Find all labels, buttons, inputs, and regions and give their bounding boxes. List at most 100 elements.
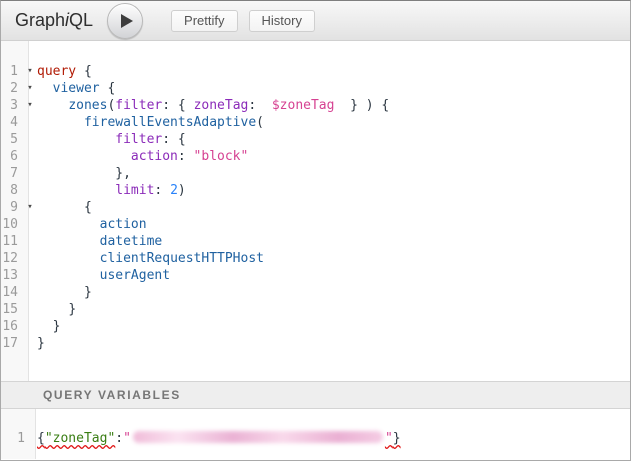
code-line[interactable]: 1{"zoneTag":""} bbox=[1, 430, 630, 447]
token-property: userAgent bbox=[100, 268, 170, 283]
token-attr: action bbox=[131, 149, 178, 164]
code-line[interactable]: 9▾ { bbox=[1, 199, 630, 216]
code-text: { bbox=[37, 199, 92, 216]
fold-arrow-icon[interactable]: ▾ bbox=[23, 97, 37, 114]
token-punct: { bbox=[76, 64, 92, 79]
fold-gutter-spacer bbox=[23, 233, 37, 250]
token-property: datetime bbox=[100, 234, 163, 249]
code-line[interactable]: 6 action: "block" bbox=[1, 148, 630, 165]
code-line[interactable]: 13 userAgent bbox=[1, 267, 630, 284]
token-punct: : bbox=[115, 431, 123, 446]
token-number: 2 bbox=[170, 183, 178, 198]
code-line[interactable]: 17} bbox=[1, 335, 630, 352]
code-text: clientRequestHTTPHost bbox=[37, 250, 264, 267]
token-string: " bbox=[123, 431, 131, 446]
token-punct: { bbox=[100, 81, 116, 96]
code-line[interactable]: 1▾query { bbox=[1, 63, 630, 80]
code-line[interactable]: 7 }, bbox=[1, 165, 630, 182]
fold-gutter-spacer bbox=[23, 318, 37, 335]
code-text: userAgent bbox=[37, 267, 170, 284]
line-number: 5 bbox=[1, 131, 23, 148]
line-number: 1 bbox=[1, 430, 30, 447]
token-ws bbox=[37, 149, 131, 164]
code-text: query { bbox=[37, 63, 92, 80]
token-punct: } bbox=[37, 336, 45, 351]
code-text: limit: 2) bbox=[37, 182, 186, 199]
token-punct: { bbox=[84, 200, 92, 215]
token-ws bbox=[37, 268, 100, 283]
code-line[interactable]: 12 clientRequestHTTPHost bbox=[1, 250, 630, 267]
fold-gutter-spacer bbox=[23, 284, 37, 301]
code-line[interactable]: 5 filter: { bbox=[1, 131, 630, 148]
fold-gutter-spacer bbox=[23, 267, 37, 284]
fold-arrow-icon[interactable]: ▾ bbox=[23, 199, 37, 216]
code-text: action bbox=[37, 216, 147, 233]
code-text: {"zoneTag":""} bbox=[30, 430, 401, 447]
token-punct: : bbox=[248, 98, 271, 113]
variables-editor[interactable]: 1{"zoneTag":""} bbox=[1, 409, 630, 459]
code-line[interactable]: 11 datetime bbox=[1, 233, 630, 250]
fold-gutter-spacer bbox=[23, 182, 37, 199]
history-button[interactable]: History bbox=[249, 10, 315, 32]
code-text: }, bbox=[37, 165, 131, 182]
token-property: viewer bbox=[53, 81, 100, 96]
execute-query-button[interactable] bbox=[107, 3, 143, 39]
token-punct: } bbox=[68, 302, 76, 317]
code-text: firewallEventsAdaptive( bbox=[37, 114, 264, 131]
code-line[interactable]: 10 action bbox=[1, 216, 630, 233]
code-text: } bbox=[37, 301, 76, 318]
token-ws bbox=[37, 285, 84, 300]
code-line[interactable]: 8 limit: 2) bbox=[1, 182, 630, 199]
fold-gutter-spacer bbox=[23, 335, 37, 352]
token-attr: zoneTag bbox=[194, 98, 249, 113]
line-number: 3 bbox=[1, 97, 23, 114]
code-line[interactable]: 4 firewallEventsAdaptive( bbox=[1, 114, 630, 131]
line-number: 1 bbox=[1, 63, 23, 80]
code-text: } bbox=[37, 318, 60, 335]
line-number: 12 bbox=[1, 250, 23, 267]
token-string: "block" bbox=[194, 149, 249, 164]
query-variables-title[interactable]: QUERY VARIABLES bbox=[1, 381, 630, 409]
play-icon bbox=[121, 14, 133, 28]
code-text: action: "block" bbox=[37, 148, 248, 165]
token-attr: filter bbox=[115, 98, 162, 113]
code-line[interactable]: 14 } bbox=[1, 284, 630, 301]
fold-gutter-spacer bbox=[23, 165, 37, 182]
code-text: datetime bbox=[37, 233, 162, 250]
code-line[interactable]: 3▾ zones(filter: { zoneTag: $zoneTag } )… bbox=[1, 97, 630, 114]
code-line[interactable]: 16 } bbox=[1, 318, 630, 335]
fold-gutter-spacer bbox=[23, 131, 37, 148]
token-attr: filter bbox=[115, 132, 162, 147]
fold-gutter-spacer bbox=[23, 216, 37, 233]
token-variable: $zoneTag bbox=[272, 98, 335, 113]
code-text: filter: { bbox=[37, 131, 186, 148]
line-number: 2 bbox=[1, 80, 23, 97]
fold-arrow-icon[interactable]: ▾ bbox=[23, 63, 37, 80]
token-property: clientRequestHTTPHost bbox=[100, 251, 264, 266]
code-line[interactable]: 2▾ viewer { bbox=[1, 80, 630, 97]
token-attr: limit bbox=[115, 183, 154, 198]
line-number: 17 bbox=[1, 335, 23, 352]
token-ws bbox=[37, 183, 115, 198]
token-ws bbox=[37, 98, 68, 113]
token-ws bbox=[37, 234, 100, 249]
prettify-button[interactable]: Prettify bbox=[171, 10, 237, 32]
fold-arrow-icon[interactable]: ▾ bbox=[23, 80, 37, 97]
token-punct: { bbox=[37, 431, 45, 446]
token-punct: ( bbox=[256, 115, 264, 130]
token-punct: ) bbox=[178, 183, 186, 198]
line-number: 6 bbox=[1, 148, 23, 165]
token-punct: : bbox=[154, 183, 170, 198]
token-ws bbox=[37, 319, 53, 334]
line-number: 13 bbox=[1, 267, 23, 284]
token-keyword: query bbox=[37, 64, 76, 79]
fold-gutter-spacer bbox=[23, 148, 37, 165]
graphiql-window: GraphiQL Prettify History 1▾query {2▾ vi… bbox=[0, 0, 631, 461]
line-number: 10 bbox=[1, 216, 23, 233]
line-number: 8 bbox=[1, 182, 23, 199]
query-editor[interactable]: 1▾query {2▾ viewer {3▾ zones(filter: { z… bbox=[1, 41, 630, 381]
code-text: viewer { bbox=[37, 80, 115, 97]
code-line[interactable]: 15 } bbox=[1, 301, 630, 318]
line-number: 15 bbox=[1, 301, 23, 318]
token-punct: } bbox=[53, 319, 61, 334]
